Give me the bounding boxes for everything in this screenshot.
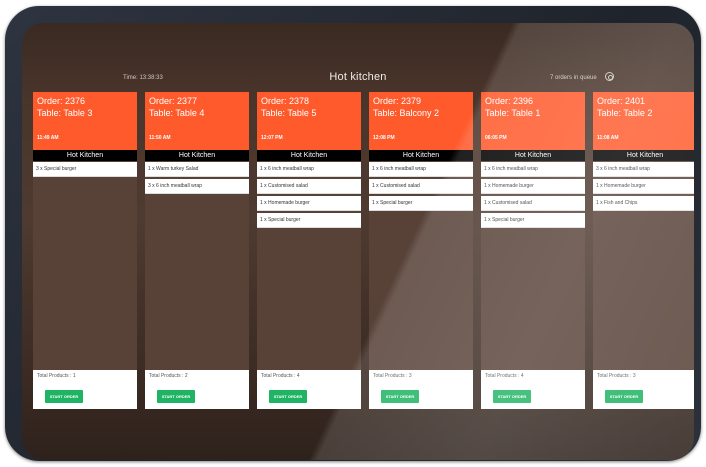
order-card: Order: 2396 Table: Table 1 06:05 PM Hot … (481, 92, 585, 409)
start-order-button[interactable]: START ORDER (45, 390, 83, 403)
order-number: Order: 2396 (485, 96, 534, 106)
order-items: 1 x 6 inch meatball wrap 1 x Customised … (257, 162, 361, 230)
order-footer: Total Products : 4 START ORDER (481, 370, 585, 409)
order-number: Order: 2377 (149, 96, 198, 106)
order-header: Order: 2377 Table: Table 4 11:50 AM (145, 92, 249, 150)
order-header: Order: 2396 Table: Table 1 06:05 PM (481, 92, 585, 150)
order-items: 1 x 6 inch meatball wrap 1 x Customised … (369, 162, 473, 213)
total-products: Total Products : 4 (485, 373, 524, 379)
station-label: Hot Kitchen (145, 150, 249, 161)
queue-status: 7 orders in queue (550, 75, 597, 81)
order-item[interactable]: 1 x Fish and Chips (593, 196, 694, 211)
order-item[interactable]: 3 x Special burger (33, 162, 137, 177)
start-order-button[interactable]: START ORDER (381, 390, 419, 403)
order-card: Order: 2379 Table: Balcony 2 12:08 PM Ho… (369, 92, 473, 409)
total-products: Total Products : 3 (597, 373, 636, 379)
order-item[interactable]: 1 x Special burger (257, 213, 361, 228)
order-table: Table: Table 2 (597, 108, 653, 118)
order-number: Order: 2378 (261, 96, 310, 106)
kitchen-display-screen: Time: 13:38:33 Hot kitchen 7 orders in q… (22, 23, 694, 460)
order-item[interactable]: 1 x Homemade burger (593, 179, 694, 194)
start-order-button[interactable]: START ORDER (493, 390, 531, 403)
top-bar: Time: 13:38:33 Hot kitchen 7 orders in q… (22, 71, 694, 89)
order-item[interactable]: 1 x Customised salad (257, 179, 361, 194)
order-item[interactable]: 1 x Warm turkey Salad (145, 162, 249, 177)
order-card: Order: 2378 Table: Table 5 12:07 PM Hot … (257, 92, 361, 409)
order-time: 12:07 PM (261, 135, 283, 141)
order-table: Table: Balcony 2 (373, 108, 440, 118)
order-items: 1 x 6 inch meatball wrap 1 x Homemade bu… (481, 162, 585, 230)
order-item[interactable]: 1 x 6 inch meatball wrap (257, 162, 361, 177)
order-time: 06:05 PM (485, 135, 507, 141)
order-item[interactable]: 1 x Homemade burger (481, 179, 585, 194)
total-products: Total Products : 1 (37, 373, 76, 379)
order-item[interactable]: 1 x Special burger (481, 213, 585, 228)
order-table: Table: Table 5 (261, 108, 317, 118)
tablet-frame: Time: 13:38:33 Hot kitchen 7 orders in q… (5, 6, 701, 461)
station-label: Hot Kitchen (593, 150, 694, 161)
order-card: Order: 2401 Table: Table 2 11:08 AM Hot … (593, 92, 694, 409)
order-footer: Total Products : 1 START ORDER (33, 370, 137, 409)
order-header: Order: 2376 Table: Table 3 11:49 AM (33, 92, 137, 150)
order-table: Table: Table 4 (149, 108, 205, 118)
order-time: 12:08 PM (373, 135, 395, 141)
station-label: Hot Kitchen (369, 150, 473, 161)
order-card: Order: 2377 Table: Table 4 11:50 AM Hot … (145, 92, 249, 409)
order-header: Order: 2379 Table: Balcony 2 12:08 PM (369, 92, 473, 150)
order-header: Order: 2378 Table: Table 5 12:07 PM (257, 92, 361, 150)
order-footer: Total Products : 4 START ORDER (257, 370, 361, 409)
order-item[interactable]: 1 x 6 inch meatball wrap (369, 162, 473, 177)
total-products: Total Products : 2 (149, 373, 188, 379)
order-time: 11:49 AM (37, 135, 59, 141)
station-label: Hot Kitchen (257, 150, 361, 161)
order-number: Order: 2401 (597, 96, 646, 106)
order-footer: Total Products : 3 START ORDER (369, 370, 473, 409)
order-item[interactable]: 1 x Customised salad (481, 196, 585, 211)
order-number: Order: 2376 (37, 96, 86, 106)
order-item[interactable]: 1 x Special burger (369, 196, 473, 211)
order-header: Order: 2401 Table: Table 2 11:08 AM (593, 92, 694, 150)
start-order-button[interactable]: START ORDER (605, 390, 643, 403)
order-item[interactable]: 1 x Homemade burger (257, 196, 361, 211)
order-item[interactable]: 3 x 6 inch meatball wrap (593, 162, 694, 177)
start-order-button[interactable]: START ORDER (269, 390, 307, 403)
settings-icon[interactable] (605, 72, 614, 81)
total-products: Total Products : 3 (373, 373, 412, 379)
station-label: Hot Kitchen (33, 150, 137, 161)
order-item[interactable]: 1 x Customised salad (369, 179, 473, 194)
order-item[interactable]: 1 x 6 inch meatball wrap (481, 162, 585, 177)
station-label: Hot Kitchen (481, 150, 585, 161)
order-items: 1 x Warm turkey Salad 3 x 6 inch meatbal… (145, 162, 249, 196)
start-order-button[interactable]: START ORDER (157, 390, 195, 403)
order-time: 11:50 AM (149, 135, 171, 141)
order-number: Order: 2379 (373, 96, 422, 106)
order-card: Order: 2376 Table: Table 3 11:49 AM Hot … (33, 92, 137, 409)
order-table: Table: Table 3 (37, 108, 93, 118)
order-items: 3 x 6 inch meatball wrap 1 x Homemade bu… (593, 162, 694, 213)
order-item[interactable]: 3 x 6 inch meatball wrap (145, 179, 249, 194)
total-products: Total Products : 4 (261, 373, 300, 379)
order-time: 11:08 AM (597, 135, 619, 141)
order-footer: Total Products : 3 START ORDER (593, 370, 694, 409)
order-table: Table: Table 1 (485, 108, 541, 118)
order-footer: Total Products : 2 START ORDER (145, 370, 249, 409)
order-items: 3 x Special burger (33, 162, 137, 179)
